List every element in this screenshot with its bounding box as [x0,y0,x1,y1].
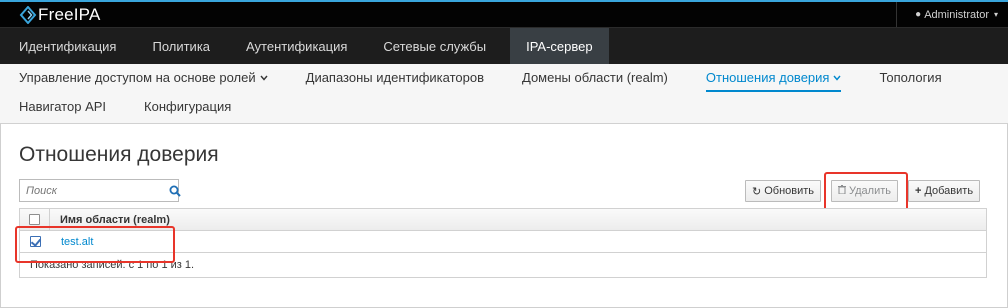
search-box[interactable] [19,179,181,202]
secondary-nav-row-1: Управление доступом на основе ролей Диапа… [0,70,961,92]
secondary-nav-label: Навигатор API [19,99,107,114]
select-all-cell [20,209,50,230]
row-check-cell [20,231,50,252]
tab-3[interactable]: Сетевые службы [365,28,504,64]
user-menu[interactable]: ● Administrator ▾ [896,2,1008,27]
secondary-nav-item-row1-3[interactable]: Отношения доверия [687,70,861,92]
plus-icon: + [915,185,922,197]
secondary-nav-item-row1-0[interactable]: Управление доступом на основе ролей [0,70,287,90]
secondary-nav-item-row1-1[interactable]: Диапазоны идентификаторов [287,70,503,90]
tab-2[interactable]: Аутентификация [228,28,365,64]
secondary-nav-item-row2-1[interactable]: Конфигурация [125,99,250,119]
refresh-icon: ↻ [752,185,762,198]
brand-name: FreeIPA [38,4,101,24]
realm-link[interactable]: test.alt [50,236,93,248]
secondary-nav-item-row2-0[interactable]: Навигатор API [0,99,125,119]
select-all-checkbox[interactable] [29,214,40,225]
chevron-down-icon [833,70,842,86]
page-title: Отношения доверия [19,143,219,166]
secondary-nav: Управление доступом на основе ролей Диапа… [0,64,1008,124]
chevron-down-icon [260,70,268,86]
add-label: Добавить [924,185,974,197]
secondary-nav-label: Отношения доверия [705,70,830,85]
table-footer: Показано записей: с 1 по 1 из 1. [20,253,986,277]
primary-nav: Идентификация Политика Аутентификация Сетев… [0,27,1008,64]
secondary-nav-row-2: Навигатор API Конфигурация [0,99,250,119]
secondary-nav-label: Топология [879,70,942,85]
table-body: test.alt [20,231,986,253]
freeipa-logo-icon [19,5,37,24]
secondary-nav-item-row1-4[interactable]: Топология [860,70,960,90]
delete-button[interactable]: Удалить [831,180,898,202]
delete-label: Удалить [849,185,891,197]
brand-logo[interactable]: FreeIPA [19,5,101,25]
add-button[interactable]: + Добавить [908,180,981,202]
secondary-nav-item-row1-2[interactable]: Домены области (realm) [503,70,687,90]
secondary-nav-label: Конфигурация [144,99,232,114]
table-header: Имя области (realm) [20,209,986,231]
tab-1[interactable]: Политика [134,28,228,64]
refresh-label: Обновить [764,185,815,197]
search-input[interactable] [20,180,169,201]
row-checkbox[interactable] [29,236,41,247]
user-menu-label: Administrator [924,8,989,21]
tab-0[interactable]: Идентификация [0,28,134,64]
trash-icon [838,185,846,197]
user-icon: ● [915,9,922,20]
secondary-nav-label: Домены области (realm) [522,70,668,85]
tab-4[interactable]: IPA-сервер [510,28,609,64]
chevron-down-icon: ▾ [993,10,998,19]
column-header-realm[interactable]: Имя области (realm) [50,214,170,226]
table-row: test.alt [20,231,986,253]
secondary-nav-label: Управление доступом на основе ролей [19,70,256,85]
search-icon[interactable] [169,181,181,201]
top-bar: FreeIPA ● Administrator ▾ [0,0,1008,27]
trusts-table: Имя области (realm) test.alt Показано за… [19,208,987,278]
refresh-button[interactable]: ↻ Обновить [745,180,822,202]
secondary-nav-label: Диапазоны идентификаторов [305,70,484,85]
